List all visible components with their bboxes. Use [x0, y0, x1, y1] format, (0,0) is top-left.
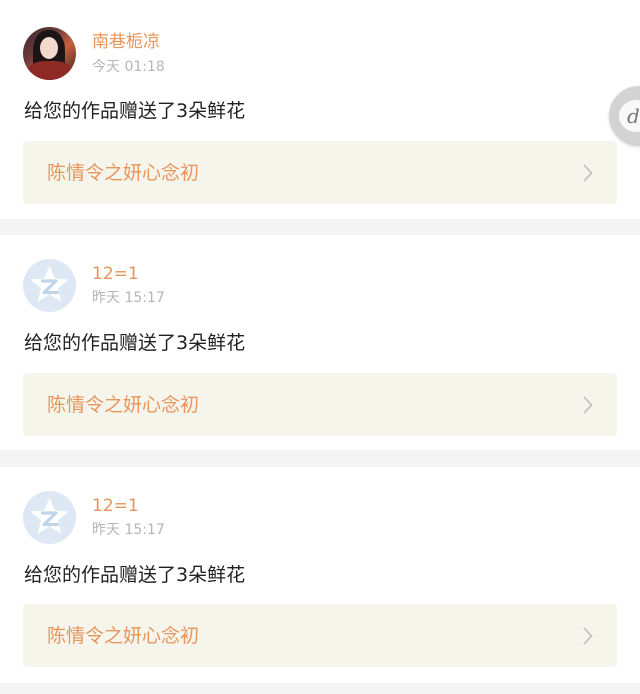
chevron-right-icon [583, 627, 593, 645]
timestamp: 昨天 15:17 [92, 290, 165, 306]
timestamp: 今天 01:18 [92, 59, 165, 75]
gift-message: 给您的作品赠送了3朵鲜花 [24, 332, 246, 354]
notification-card: 南巷栀凉 今天 01:18 给您的作品赠送了3朵鲜花 陈情令之妍心念初 [0, 0, 640, 219]
notification-feed: 南巷栀凉 今天 01:18 给您的作品赠送了3朵鲜花 陈情令之妍心念初 12=1… [0, 0, 640, 694]
work-title: 陈情令之妍心念初 [47, 394, 200, 416]
work-link[interactable]: 陈情令之妍心念初 [23, 604, 617, 667]
gift-message: 给您的作品赠送了3朵鲜花 [24, 100, 246, 122]
work-link[interactable]: 陈情令之妍心念初 [23, 141, 617, 204]
username[interactable]: 12=1 [92, 264, 139, 284]
avatar[interactable] [23, 491, 76, 544]
timestamp: 昨天 15:17 [92, 522, 165, 538]
work-link[interactable]: 陈情令之妍心念初 [23, 373, 617, 436]
gift-message: 给您的作品赠送了3朵鲜花 [24, 564, 246, 586]
chevron-right-icon [583, 396, 593, 414]
notification-card: 12=1 昨天 15:17 给您的作品赠送了3朵鲜花 陈情令之妍心念初 [0, 467, 640, 683]
chevron-right-icon [583, 164, 593, 182]
default-avatar-icon [30, 498, 69, 534]
username[interactable]: 12=1 [92, 496, 139, 516]
avatar[interactable] [23, 259, 76, 312]
work-title: 陈情令之妍心念初 [47, 162, 200, 184]
work-title: 陈情令之妍心念初 [47, 625, 200, 647]
avatar[interactable] [23, 27, 76, 80]
username[interactable]: 南巷栀凉 [92, 32, 160, 52]
floating-button-glyph: d [627, 104, 640, 128]
default-avatar-icon [30, 266, 69, 302]
notification-card: 12=1 昨天 15:17 给您的作品赠送了3朵鲜花 陈情令之妍心念初 [0, 235, 640, 450]
